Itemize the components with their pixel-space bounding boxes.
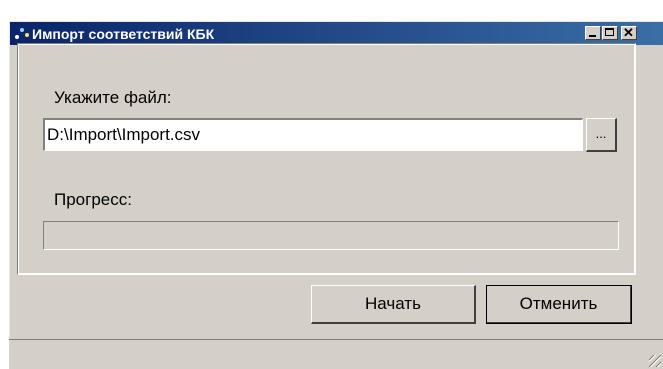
import-app-icon <box>15 28 29 39</box>
file-label: Укажите файл: <box>54 88 172 107</box>
status-bar <box>9 339 663 369</box>
progress-bar <box>43 221 619 250</box>
progress-label: Прогресс: <box>54 190 132 209</box>
maximize-button[interactable] <box>602 26 618 40</box>
browse-button[interactable]: ... <box>586 118 617 152</box>
close-button[interactable]: ✕ <box>621 26 637 40</box>
resize-grip[interactable] <box>649 355 661 367</box>
file-path-input[interactable] <box>43 118 583 151</box>
close-icon: ✕ <box>623 25 634 40</box>
minimize-icon <box>589 35 596 37</box>
window-title: Импорт соответствий КБК <box>32 26 215 42</box>
title-bar[interactable]: Импорт соответствий КБК ✕ <box>10 22 663 45</box>
maximize-icon <box>605 28 614 36</box>
cancel-button[interactable]: Отменить <box>486 285 632 324</box>
start-button[interactable]: Начать <box>311 285 476 324</box>
minimize-button[interactable] <box>585 26 601 40</box>
